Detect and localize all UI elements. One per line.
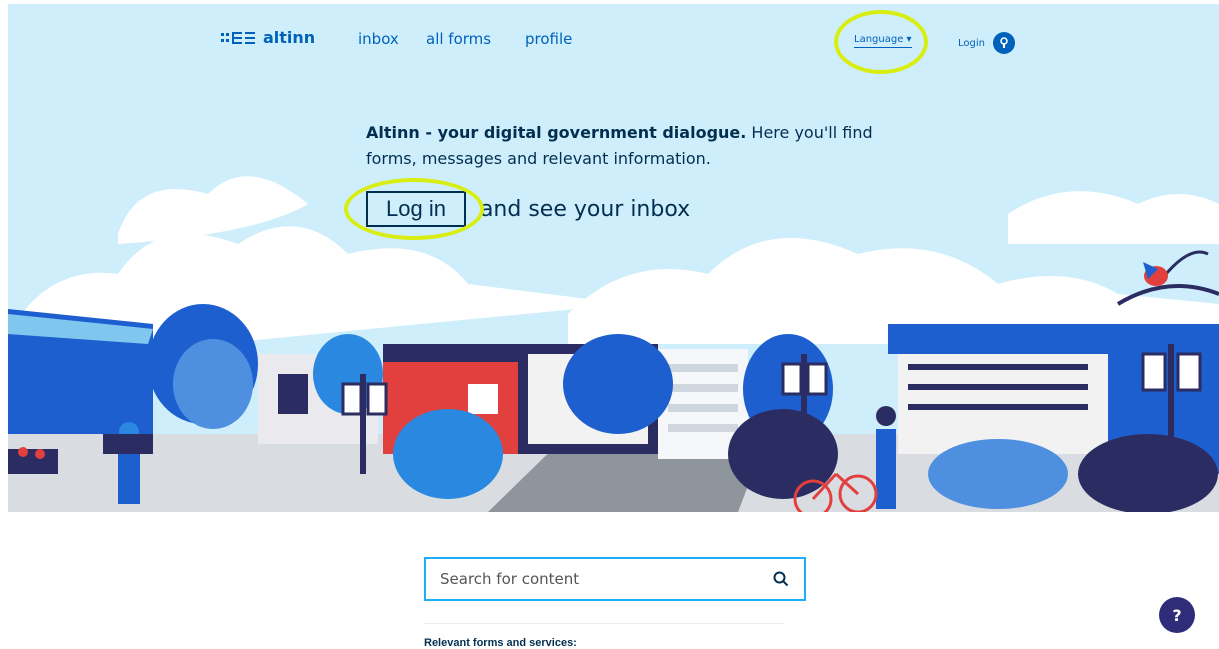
hero-banner: altinn inbox all forms profile Language … — [8, 4, 1219, 512]
language-highlight — [834, 10, 928, 74]
login-link[interactable]: Login — [958, 32, 1015, 54]
search-box — [424, 557, 806, 601]
search-input[interactable] — [440, 570, 772, 588]
divider — [424, 623, 784, 624]
nav-profile[interactable]: profile — [525, 30, 572, 48]
logo-text: altinn — [263, 28, 316, 47]
search-icon[interactable] — [772, 570, 790, 588]
login-button-highlight — [344, 178, 484, 240]
nav-inbox[interactable]: inbox — [358, 30, 399, 48]
intro-text: Altinn - your digital government dialogu… — [366, 120, 886, 172]
help-button[interactable]: ? — [1159, 597, 1195, 633]
intro-bold: Altinn - your digital government dialogu… — [366, 123, 747, 142]
relevant-heading: Relevant forms and services: — [424, 637, 577, 649]
altinn-logo-icon — [221, 31, 255, 45]
city-illustration — [8, 176, 1219, 512]
altinn-logo[interactable]: altinn — [221, 28, 315, 47]
login-link-label: Login — [958, 37, 985, 49]
nav-all-forms[interactable]: all forms — [426, 30, 491, 48]
cta-text: and see your inbox — [479, 196, 691, 222]
keyhole-icon — [992, 32, 1015, 54]
